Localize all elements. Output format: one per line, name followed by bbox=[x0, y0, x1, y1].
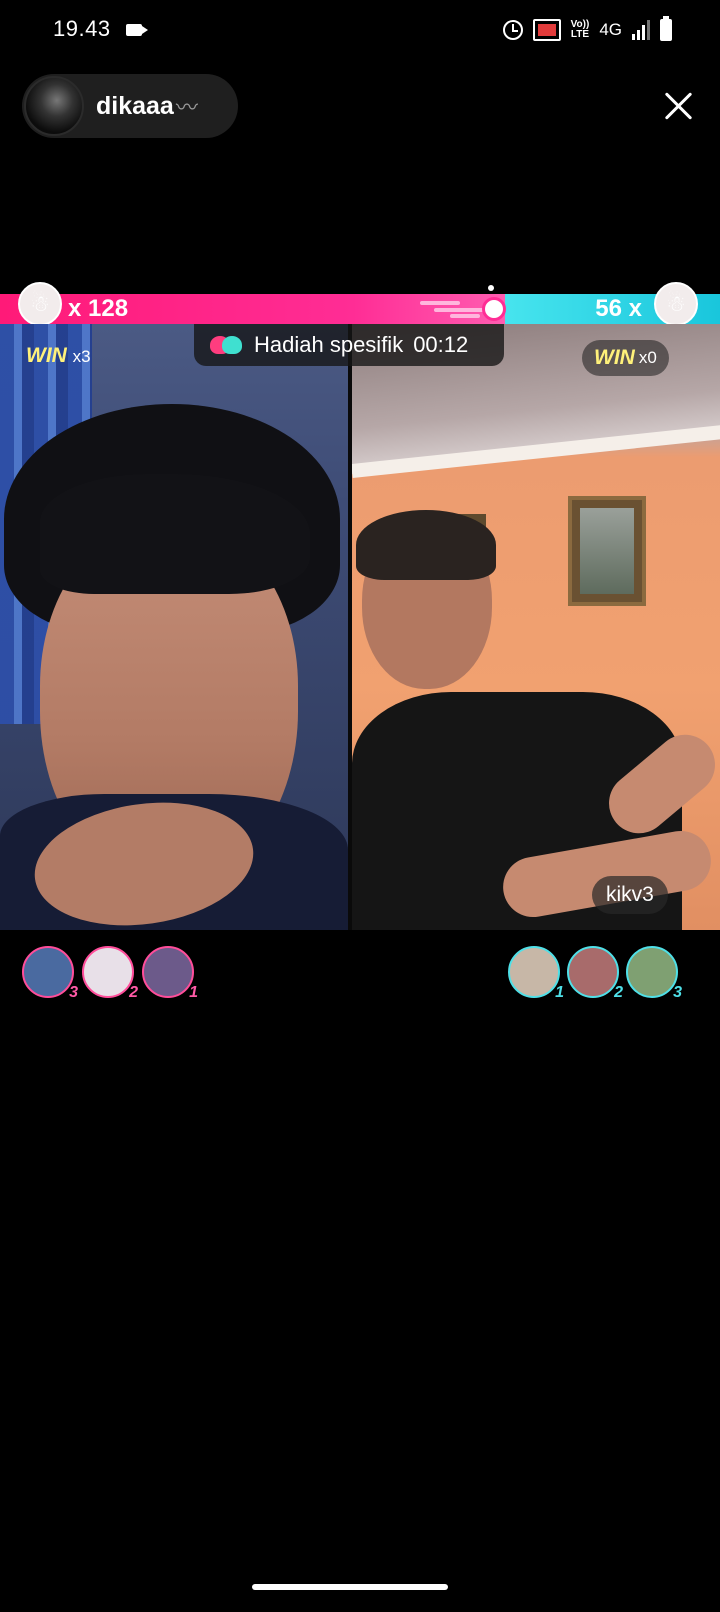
status-time: 19.43 bbox=[53, 16, 111, 41]
indicator-dot bbox=[488, 285, 494, 291]
supporter-rank: 1 bbox=[189, 984, 198, 1001]
wall-picture-frame bbox=[568, 496, 646, 606]
gift-challenge-banner[interactable]: Hadiah spesifik 00:12 bbox=[194, 324, 504, 366]
supporter-rank: 3 bbox=[673, 984, 682, 1001]
volte-bottom-label: LTE bbox=[570, 29, 590, 40]
video-recording-icon bbox=[126, 24, 148, 36]
volte-icon: Vo)) LTE bbox=[571, 20, 590, 40]
boxing-gloves-icon bbox=[210, 333, 244, 357]
signal-strength-icon bbox=[632, 20, 650, 40]
home-indicator[interactable] bbox=[252, 1584, 448, 1590]
gift-challenge-timer: 00:12 bbox=[413, 332, 469, 357]
right-supporter-avatar[interactable]: 2 bbox=[567, 946, 623, 1001]
network-type: 4G bbox=[599, 20, 622, 39]
right-win-count: x0 bbox=[638, 348, 657, 367]
right-win-label: WIN bbox=[594, 346, 635, 369]
host-profile-pill[interactable]: dikaaa 〰 bbox=[22, 74, 238, 138]
battery-icon bbox=[660, 16, 672, 41]
left-score: x 128 bbox=[68, 295, 129, 322]
opponent-video-feed[interactable] bbox=[352, 324, 720, 930]
right-supporter-avatar[interactable]: 3 bbox=[626, 946, 682, 1001]
left-supporter-avatar[interactable]: 2 bbox=[82, 946, 138, 1001]
left-win-count: x3 bbox=[72, 347, 91, 366]
status-bar: 19.43 Vo)) LTE 4G bbox=[0, 0, 720, 60]
host-name-decoration: 〰 bbox=[175, 95, 198, 120]
status-icons: Vo)) LTE 4G bbox=[502, 16, 672, 44]
supporter-rank: 3 bbox=[69, 984, 78, 1001]
left-supporter-avatar[interactable]: 1 bbox=[142, 946, 198, 1001]
left-supporter-avatar[interactable]: 3 bbox=[22, 946, 78, 1001]
host-avatar[interactable] bbox=[24, 76, 84, 136]
close-button[interactable] bbox=[658, 86, 698, 126]
right-score: 56 x bbox=[595, 295, 642, 322]
left-win-counter: WIN x3 bbox=[26, 344, 91, 368]
screen-cast-icon bbox=[532, 19, 561, 41]
right-top-gifter-avatar[interactable]: ☃ bbox=[654, 282, 698, 326]
host-video-feed[interactable] bbox=[0, 324, 348, 930]
supporter-rank: 2 bbox=[129, 984, 138, 1001]
opponent-name-tag[interactable]: kikv3 bbox=[592, 876, 668, 914]
left-win-label: WIN bbox=[26, 344, 67, 367]
host-name: dikaaa bbox=[96, 91, 174, 120]
supporter-rank: 2 bbox=[614, 984, 623, 1001]
right-supporter-avatar[interactable]: 1 bbox=[508, 946, 564, 1001]
gift-challenge-label: Hadiah spesifik bbox=[254, 332, 404, 357]
alarm-icon bbox=[502, 20, 523, 40]
right-win-counter: WIN x0 bbox=[582, 340, 669, 376]
supporter-rank: 1 bbox=[555, 984, 564, 1001]
left-top-gifter-avatar[interactable]: ☃ bbox=[18, 282, 62, 326]
battle-score-bar: ☃ x 128 56 x ☃ bbox=[0, 282, 720, 326]
score-divider-knot bbox=[482, 297, 506, 321]
